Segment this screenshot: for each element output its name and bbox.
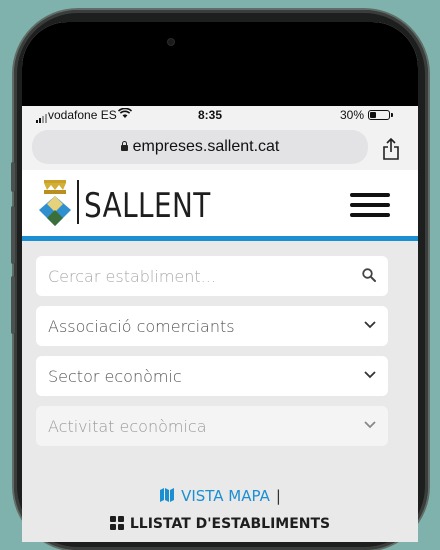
- chevron-down-icon: [364, 371, 376, 379]
- battery-icon: [368, 110, 393, 120]
- address-bar[interactable]: empreses.sallent.cat: [32, 130, 368, 164]
- lock-icon: [120, 141, 128, 151]
- carrier-name: vodafone ES: [48, 108, 117, 122]
- activity-label: Activitat econòmica: [48, 416, 207, 436]
- view-separator: |: [275, 487, 281, 505]
- web-page: SALLENT Cercar establiment... Associació…: [22, 170, 418, 542]
- signal-icon: [36, 114, 47, 123]
- list-view-link[interactable]: LLISTAT D'ESTABLIMENTS: [130, 516, 330, 532]
- site-header: SALLENT: [22, 170, 418, 236]
- status-bar: vodafone ES 8:35 30%: [22, 106, 418, 126]
- association-label: Associació comerciants: [48, 316, 235, 336]
- sector-select[interactable]: Sector econòmic: [36, 356, 388, 396]
- map-view-link[interactable]: VISTA MAPA: [181, 487, 270, 505]
- wifi-icon: [117, 107, 133, 122]
- silent-switch: [11, 162, 15, 192]
- camera-dot: [168, 39, 174, 45]
- share-icon[interactable]: [382, 138, 400, 160]
- search-placeholder: Cercar establiment...: [48, 266, 216, 286]
- map-icon: [160, 488, 175, 502]
- sallent-coat-of-arms-icon[interactable]: [36, 178, 74, 228]
- battery-percent: 30%: [340, 108, 365, 122]
- browser-toolbar: empreses.sallent.cat: [22, 126, 418, 170]
- site-logo-text[interactable]: SALLENT: [84, 186, 211, 226]
- list-view-row: LLISTAT D'ESTABLIMENTS: [22, 516, 418, 532]
- volume-up-button: [11, 206, 15, 264]
- url-text: empreses.sallent.cat: [132, 138, 280, 155]
- logo-divider: [77, 180, 79, 224]
- search-icon[interactable]: [362, 268, 376, 282]
- grid-list-icon: [109, 516, 124, 530]
- activity-select[interactable]: Activitat econòmica: [36, 406, 388, 446]
- search-input[interactable]: Cercar establiment...: [36, 256, 388, 296]
- chevron-down-icon: [364, 321, 376, 329]
- phone-screen: vodafone ES 8:35 30% empreses.sallent.ca…: [22, 22, 418, 542]
- clock-time: 8:35: [198, 108, 223, 122]
- sector-label: Sector econòmic: [48, 366, 182, 386]
- volume-down-button: [11, 276, 15, 334]
- header-accent-line: [22, 236, 418, 241]
- hamburger-menu-icon[interactable]: [350, 193, 390, 217]
- top-bezel: [22, 22, 418, 106]
- association-select[interactable]: Associació comerciants: [36, 306, 388, 346]
- chevron-down-icon: [364, 421, 376, 429]
- map-view-row: VISTA MAPA |: [22, 487, 418, 505]
